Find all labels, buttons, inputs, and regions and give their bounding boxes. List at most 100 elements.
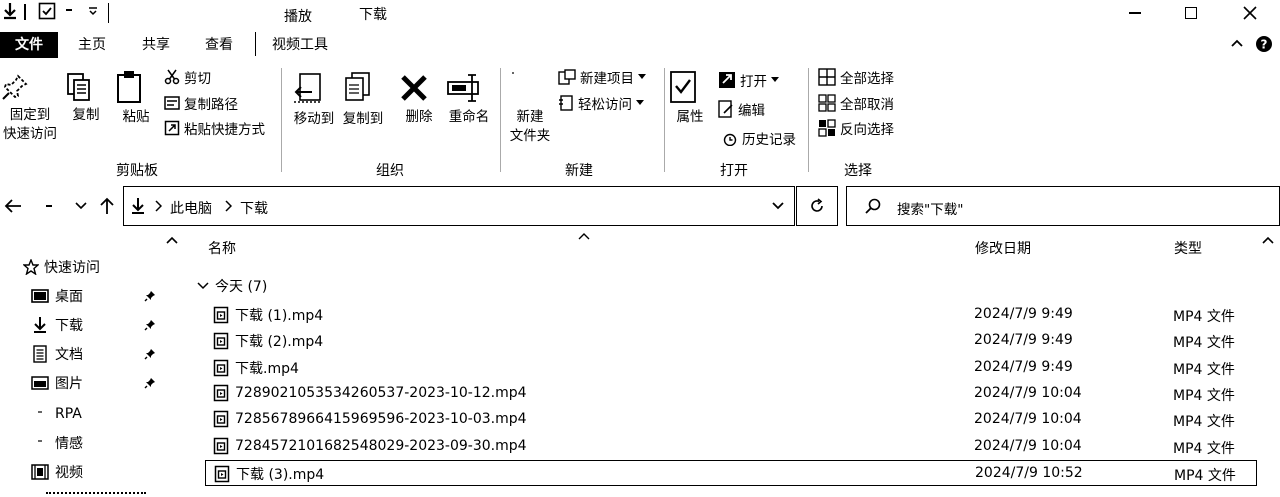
easy-access-button[interactable]: 轻松访问 <box>558 92 644 114</box>
nav-item-pictures[interactable]: 图片 <box>31 371 83 395</box>
group-clipboard-label: 剪贴板 <box>116 163 158 179</box>
tab-file[interactable]: 文件 <box>0 32 58 58</box>
nav-item-emotion[interactable]: 情感 <box>31 431 83 455</box>
file-name-cell: 7285678966415969596-2023-10-03.mp4 <box>213 410 527 428</box>
nav-item-videos[interactable]: 视频 <box>31 460 83 484</box>
tab-view[interactable]: 查看 <box>191 32 247 58</box>
copy-to-label: 复制到 <box>342 111 384 127</box>
breadcrumb-this-pc[interactable]: 此电脑 <box>170 198 212 218</box>
edit-icon <box>718 100 733 118</box>
download-folder-icon <box>130 197 146 215</box>
search-placeholder: 搜索"下载" <box>897 202 964 218</box>
history-button[interactable]: 历史记录 <box>722 127 796 149</box>
move-to-button[interactable]: 移动到 <box>290 72 338 129</box>
up-button[interactable] <box>99 197 115 215</box>
maximize-icon <box>1185 7 1197 19</box>
pin-icon <box>144 290 158 304</box>
file-row[interactable]: 下载 (3).mp4 2024/7/9 10:52 MP4 文件 <box>205 459 1257 486</box>
group-header-today[interactable]: 今天 (7) <box>197 276 267 296</box>
recent-locations-button[interactable] <box>75 201 87 211</box>
mp4-file-icon <box>213 437 229 454</box>
select-none-label: 全部取消 <box>840 97 894 113</box>
file-name-cell: 下载 (3).mp4 <box>214 464 324 484</box>
select-all-label: 全部选择 <box>840 71 894 87</box>
maximize-button[interactable] <box>1168 0 1214 26</box>
new-folder-button[interactable]: 新建 文件夹 <box>503 68 557 146</box>
tab-share[interactable]: 共享 <box>128 32 184 58</box>
new-item-button[interactable]: 新建项目 <box>558 66 646 88</box>
breadcrumb-chevron-icon[interactable] <box>154 200 162 212</box>
paste-shortcut-button[interactable]: 粘贴快捷方式 <box>164 117 265 139</box>
file-type: MP4 文件 <box>1173 361 1235 378</box>
column-header-name[interactable]: 名称 <box>208 238 236 258</box>
tab-video-tools[interactable]: 视频工具 <box>262 32 338 58</box>
group-new-label: 新建 <box>565 163 593 179</box>
invert-selection-button[interactable]: 反向选择 <box>818 117 894 139</box>
nav-item-desktop[interactable]: 桌面 <box>31 284 83 308</box>
nav-quick-access[interactable]: 快速访问 <box>22 255 100 279</box>
group-header-label: 今天 (7) <box>215 279 268 295</box>
breadcrumb-downloads[interactable]: 下载 <box>240 198 268 218</box>
copy-path-button[interactable]: 复制路径 <box>164 92 238 114</box>
help-icon[interactable]: ? <box>1255 35 1273 53</box>
column-header-type[interactable]: 类型 <box>1174 238 1202 258</box>
back-button[interactable] <box>4 198 22 214</box>
invert-selection-label: 反向选择 <box>840 122 894 138</box>
download-arrow-icon <box>2 2 18 20</box>
collapse-ribbon-icon[interactable] <box>1230 36 1244 50</box>
address-dropdown-icon[interactable] <box>772 201 784 211</box>
select-none-button[interactable]: 全部取消 <box>818 92 894 114</box>
column-header-date[interactable]: 修改日期 <box>975 238 1031 258</box>
refresh-button[interactable] <box>796 186 838 226</box>
file-row[interactable]: 7284572101682548029-2023-09-30.mp4 2024/7… <box>205 434 1257 460</box>
nav-item-label: 桌面 <box>55 289 83 305</box>
list-scroll-up-icon[interactable] <box>1262 236 1274 244</box>
paste-shortcut-icon <box>164 120 180 136</box>
pin-quick-access-button[interactable]: 固定到 快速访问 <box>0 72 60 144</box>
refresh-icon <box>811 198 823 212</box>
context-tab-play[interactable]: 播放 <box>284 6 312 26</box>
breadcrumb-chevron-icon[interactable] <box>224 200 232 212</box>
file-row[interactable]: 下载 (2).mp4 2024/7/9 9:49 MP4 文件 <box>205 328 1257 354</box>
address-bar[interactable]: 此电脑 下载 <box>123 186 795 226</box>
cut-button[interactable]: 剪切 <box>164 66 211 88</box>
open-button[interactable]: 打开 <box>718 69 779 91</box>
properties-label: 属性 <box>676 109 704 125</box>
nav-scroll-up-icon[interactable] <box>166 236 178 244</box>
file-name: 下载.mp4 <box>235 360 299 377</box>
easy-access-icon <box>559 95 573 111</box>
search-box[interactable]: 搜索"下载" <box>846 186 1280 226</box>
new-folder-label-2: 文件夹 <box>509 128 551 144</box>
picture-icon <box>31 374 49 392</box>
rename-icon <box>446 72 492 104</box>
delete-button[interactable]: 删除 <box>398 72 440 127</box>
pin-icon <box>144 377 158 391</box>
properties-quick-icon[interactable] <box>38 2 56 20</box>
minimize-button[interactable] <box>1112 0 1158 26</box>
properties-button[interactable]: 属性 <box>668 70 712 127</box>
file-row[interactable]: 7289021053534260537-2023-10-12.mp4 2024/7… <box>205 381 1257 407</box>
close-button[interactable] <box>1227 0 1273 26</box>
title-separator <box>24 4 26 20</box>
file-type: MP4 文件 <box>1173 309 1235 325</box>
paste-button[interactable]: 粘贴 <box>114 70 158 127</box>
customize-quick-access-icon[interactable] <box>88 6 98 16</box>
svg-text:?: ? <box>1261 38 1268 52</box>
copy-to-button[interactable]: 复制到 <box>340 72 386 129</box>
file-row[interactable]: 7285678966415969596-2023-10-03.mp4 2024/7… <box>205 407 1257 433</box>
file-date: 2024/7/9 10:52 <box>975 464 1083 481</box>
file-name: 下载 (1).mp4 <box>235 308 324 324</box>
nav-item-documents[interactable]: 文档 <box>31 342 83 366</box>
nav-item-rpa[interactable]: RPA <box>31 402 82 426</box>
select-all-button[interactable]: 全部选择 <box>818 66 894 88</box>
rename-button[interactable]: 重命名 <box>446 72 492 127</box>
tab-home[interactable]: 主页 <box>64 32 120 58</box>
file-row[interactable]: 下载 (1).mp4 2024/7/9 9:49 MP4 文件 <box>205 302 1257 328</box>
new-folder-quick-icon[interactable] <box>66 9 72 11</box>
file-row[interactable]: 下载.mp4 2024/7/9 9:49 MP4 文件 <box>205 355 1257 381</box>
sort-ascending-icon <box>578 232 590 240</box>
edit-button[interactable]: 编辑 <box>718 98 765 120</box>
forward-button[interactable] <box>46 205 52 207</box>
nav-item-downloads[interactable]: 下载 <box>31 313 83 337</box>
copy-button[interactable]: 复制 <box>64 72 108 125</box>
